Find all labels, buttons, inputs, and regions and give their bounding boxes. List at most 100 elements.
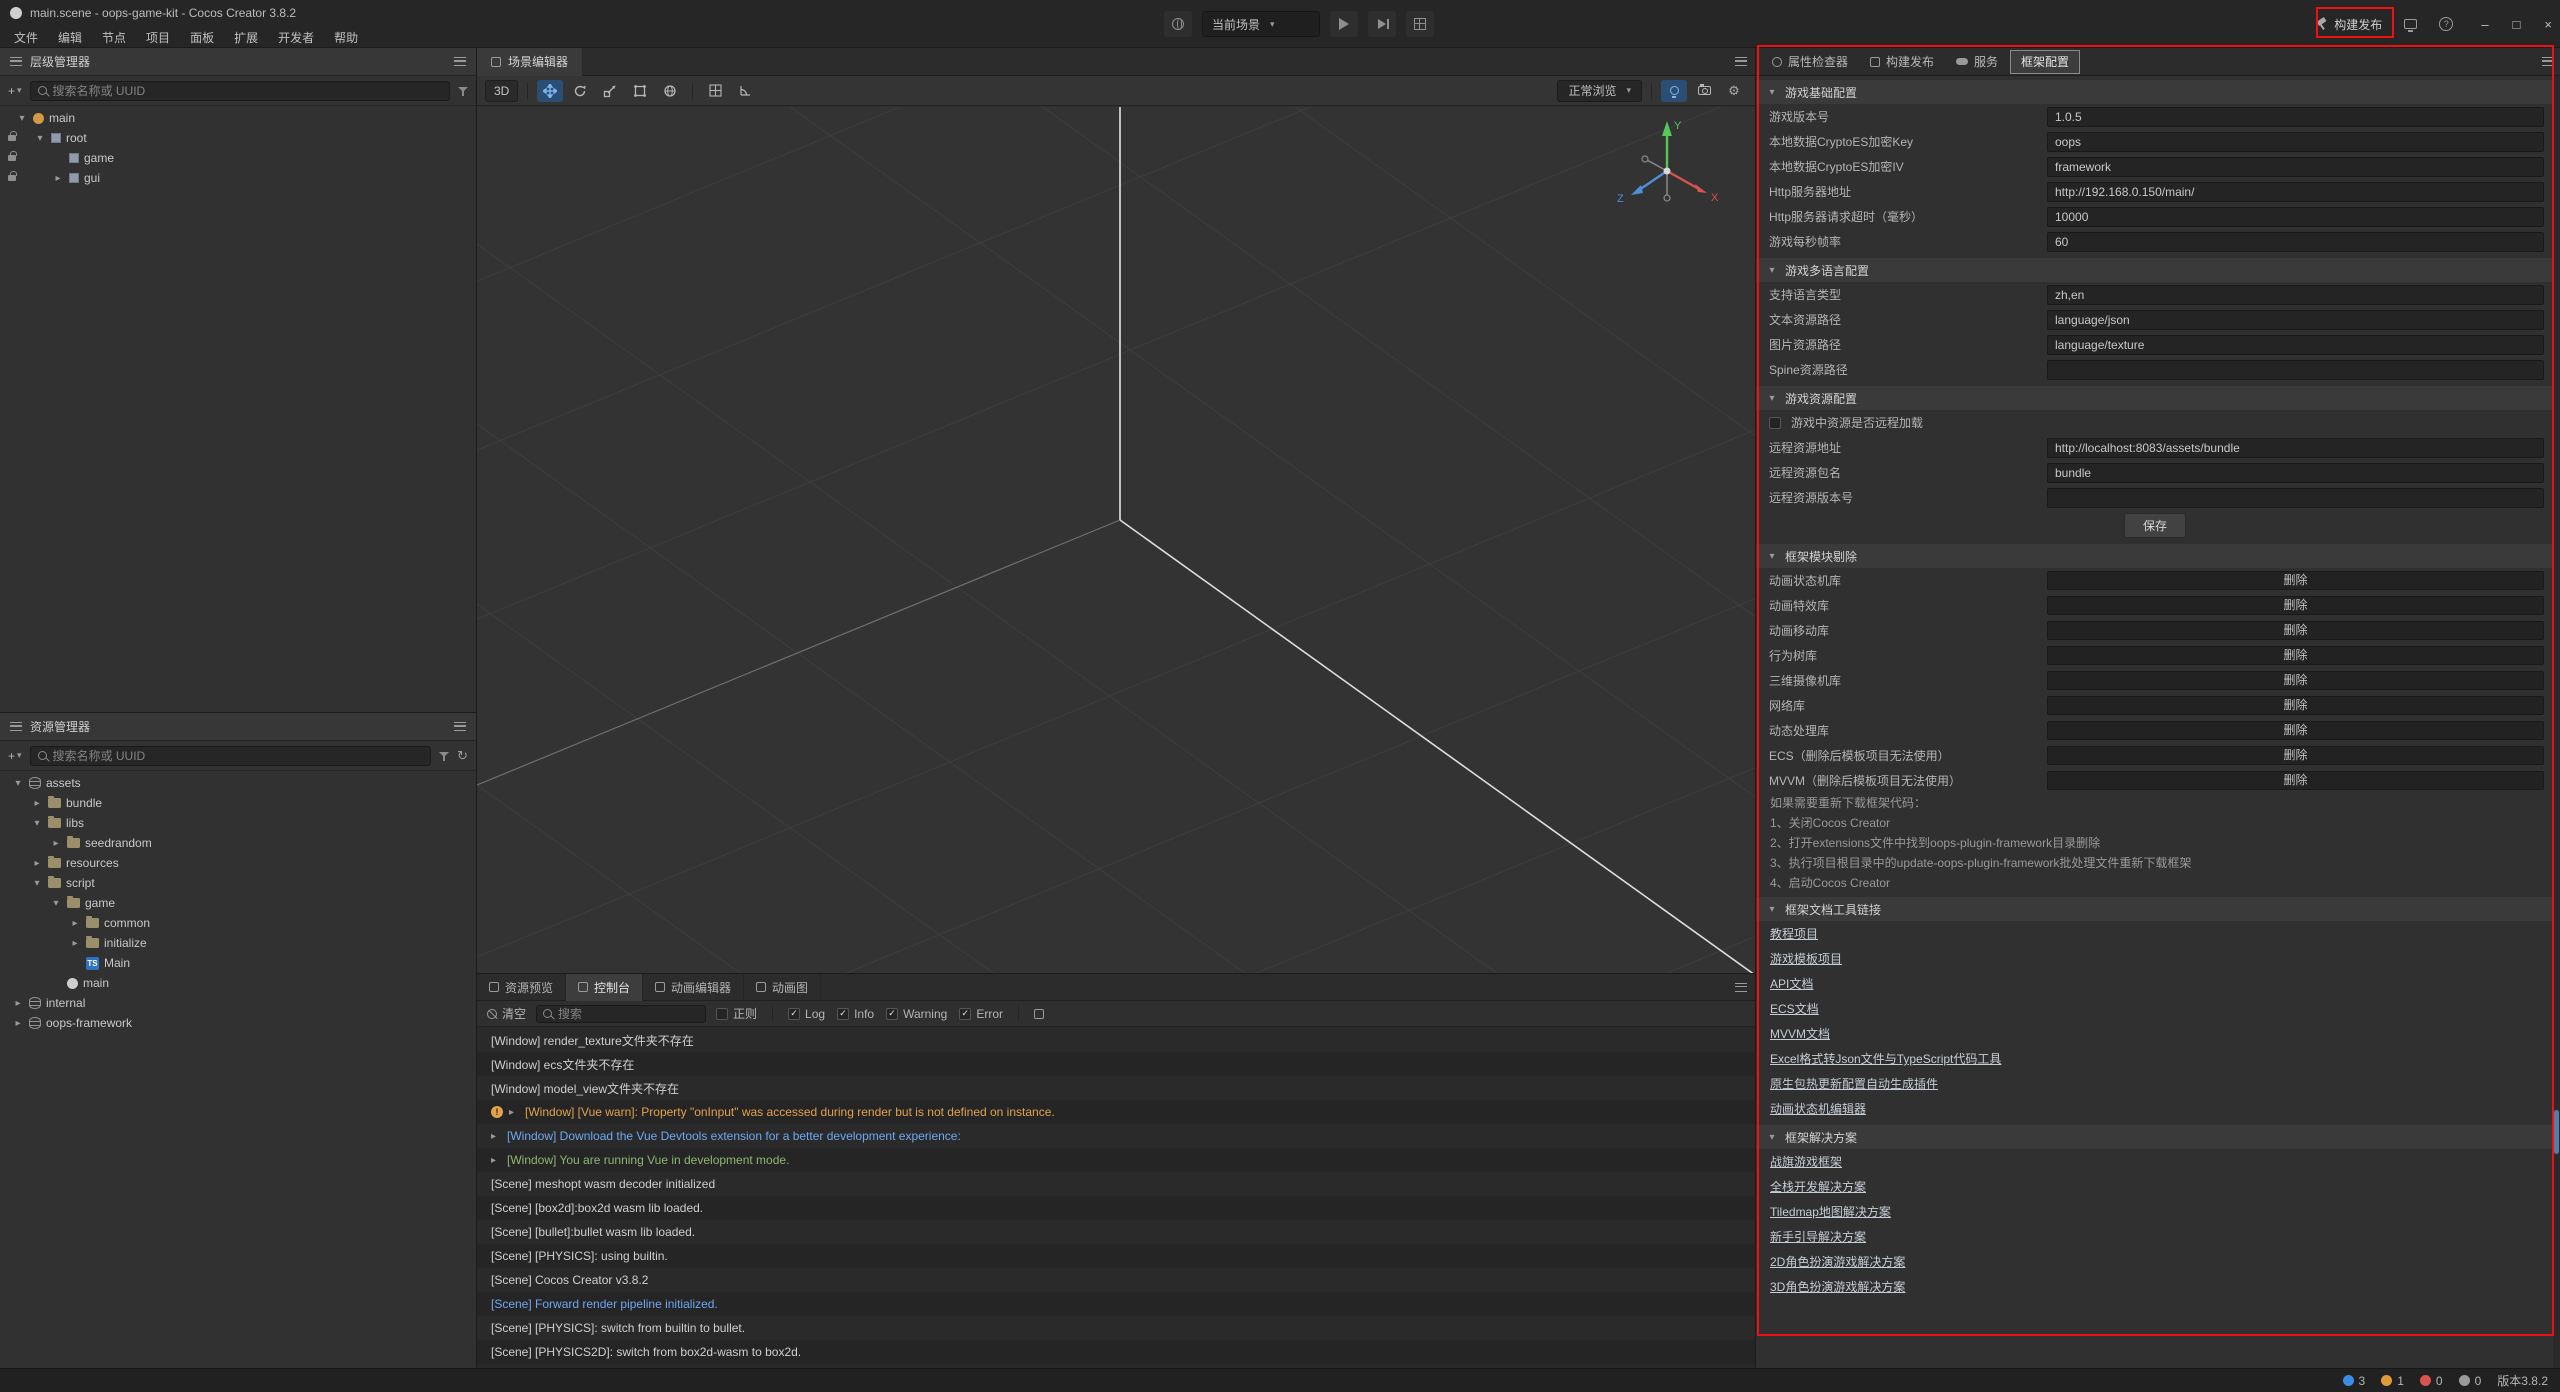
log-filter-toggle[interactable]: Error (959, 1007, 1003, 1021)
panel-options-icon[interactable] (454, 722, 466, 731)
asset-node-seedrandom[interactable]: ▸ seedrandom (0, 833, 476, 853)
doc-link[interactable]: API文档 (1770, 975, 1813, 992)
delete-module-button[interactable]: 删除 (2047, 621, 2544, 640)
panel-options-icon[interactable] (2542, 57, 2554, 66)
scene-settings-button[interactable]: ⚙ (1721, 80, 1747, 102)
asset-node-libs[interactable]: ▾ libs (0, 813, 476, 833)
log-row[interactable]: ! ▸ [Scene] [PHYSICS2D]: switch from box… (477, 1340, 1755, 1364)
section-module-strip[interactable]: ▾ 框架模块剔除 (1756, 544, 2554, 568)
menu-item[interactable]: 开发者 (268, 27, 324, 48)
chevron-right-icon[interactable]: ▸ (491, 1155, 501, 1166)
filter-icon[interactable] (439, 751, 449, 761)
log-row[interactable]: ! ▸ [Window] [Vue warn]: Property "onInp… (477, 1100, 1755, 1124)
log-filter-toggle[interactable]: Log (788, 1007, 825, 1021)
chevron-down-icon[interactable]: ▾ (50, 898, 62, 909)
log-row[interactable]: ! ▸ [Window] render_texture文件夹不存在 (477, 1028, 1755, 1052)
log-row[interactable]: ! ▸ [Scene] [box2d]:box2d wasm lib loade… (477, 1196, 1755, 1220)
text-input[interactable]: 60 (2047, 232, 2544, 252)
minimize-button[interactable]: – (2481, 17, 2488, 32)
scale-tool-button[interactable] (597, 80, 623, 102)
solution-link[interactable]: 全栈开发解决方案 (1770, 1178, 1866, 1195)
menu-item[interactable]: 项目 (136, 27, 180, 48)
text-input[interactable]: language/texture (2047, 335, 2544, 355)
filter-icon[interactable] (458, 86, 468, 96)
text-input[interactable]: 10000 (2047, 207, 2544, 227)
delete-module-button[interactable]: 删除 (2047, 696, 2544, 715)
extra-count[interactable]: 0 (2459, 1374, 2482, 1388)
delete-module-button[interactable]: 删除 (2047, 646, 2544, 665)
console-window-icon[interactable] (2404, 19, 2417, 29)
add-node-button[interactable]: +▾ (8, 84, 22, 98)
delete-module-button[interactable]: 删除 (2047, 571, 2544, 590)
lighting-toggle-button[interactable] (1661, 80, 1687, 102)
log-row[interactable]: ! ▸ [Window] Download the Vue Devtools e… (477, 1124, 1755, 1148)
hierarchy-node-main[interactable]: ▾ main (0, 108, 476, 128)
asset-node-script[interactable]: ▾ script (0, 873, 476, 893)
chevron-right-icon[interactable]: ▸ (12, 1018, 24, 1029)
preview-platform-button[interactable] (1164, 11, 1192, 37)
asset-node-main-scene[interactable]: main (0, 973, 476, 993)
text-input[interactable]: oops (2047, 132, 2544, 152)
menu-item[interactable]: 节点 (92, 27, 136, 48)
menu-item[interactable]: 扩展 (224, 27, 268, 48)
log-row[interactable]: ! ▸ [Scene] meshopt wasm decoder initial… (477, 1172, 1755, 1196)
chevron-right-icon[interactable]: ▸ (31, 798, 43, 809)
section-basic-config[interactable]: ▾ 游戏基础配置 (1756, 80, 2554, 104)
asset-node-common[interactable]: ▸ common (0, 913, 476, 933)
lock-icon[interactable] (8, 135, 16, 141)
delete-module-button[interactable]: 删除 (2047, 746, 2544, 765)
screenshot-button[interactable] (1691, 80, 1717, 102)
text-input[interactable]: framework (2047, 157, 2544, 177)
chevron-right-icon[interactable]: ▸ (31, 858, 43, 869)
maximize-button[interactable]: □ (2513, 17, 2521, 32)
hierarchy-search-input[interactable]: 搜索名称或 UUID (30, 81, 450, 101)
section-solutions[interactable]: ▾ 框架解决方案 (1756, 1125, 2554, 1149)
error-count[interactable]: 0 (2420, 1374, 2443, 1388)
axis-gizmo[interactable]: Y X Z (1601, 107, 1731, 231)
tab-property-inspector[interactable]: 属性检查器 (1762, 50, 1858, 74)
add-asset-button[interactable]: +▾ (8, 749, 22, 763)
asset-node-resources[interactable]: ▸ resources (0, 853, 476, 873)
layout-grid-button[interactable] (1406, 11, 1434, 37)
tab-scene-editor[interactable]: 场景编辑器 (477, 48, 583, 76)
regex-toggle[interactable]: 正则 (716, 1005, 757, 1022)
info-count[interactable]: 3 (2343, 1374, 2366, 1388)
asset-node-assets[interactable]: ▾ assets (0, 773, 476, 793)
log-row[interactable]: ! ▸ [Scene] Forward render pipeline init… (477, 1292, 1755, 1316)
lock-icon[interactable] (8, 155, 16, 161)
chevron-down-icon[interactable]: ▾ (12, 778, 24, 789)
delete-module-button[interactable]: 删除 (2047, 721, 2544, 740)
help-icon[interactable]: ? (2439, 17, 2453, 31)
step-button[interactable] (1368, 11, 1396, 37)
solution-link[interactable]: 2D角色扮演游戏解决方案 (1770, 1253, 1905, 1270)
solution-link[interactable]: 新手引导解决方案 (1770, 1228, 1866, 1245)
doc-link[interactable]: 教程项目 (1770, 925, 1818, 942)
view-mode-select[interactable]: 正常浏览 ▾ (1557, 80, 1642, 102)
log-filter-toggle[interactable]: Info (837, 1007, 874, 1021)
text-input[interactable]: http://localhost:8083/assets/bundle (2047, 438, 2544, 458)
menu-item[interactable]: 编辑 (48, 27, 92, 48)
chevron-down-icon[interactable]: ▾ (31, 878, 43, 889)
chevron-right-icon[interactable]: ▸ (12, 998, 24, 1009)
assets-search-input[interactable]: 搜索名称或 UUID (30, 746, 432, 766)
solution-link[interactable]: 3D角色扮演游戏解决方案 (1770, 1278, 1905, 1295)
text-input[interactable] (2047, 488, 2544, 508)
text-input[interactable] (2047, 360, 2544, 380)
delete-module-button[interactable]: 删除 (2047, 596, 2544, 615)
asset-node-oops-framework[interactable]: ▸ oops-framework (0, 1013, 476, 1033)
log-row[interactable]: ! ▸ [Scene] [PHYSICS]: using builtin. (477, 1244, 1755, 1268)
hierarchy-node-game[interactable]: game (0, 148, 476, 168)
panel-options-icon[interactable] (454, 57, 466, 66)
log-row[interactable]: ! ▸ [Scene] [bullet]:bullet wasm lib loa… (477, 1220, 1755, 1244)
asset-node-main-ts[interactable]: TS Main (0, 953, 476, 973)
text-input[interactable]: zh,en (2047, 285, 2544, 305)
snap-rotate-button[interactable] (732, 80, 758, 102)
asset-node-initialize[interactable]: ▸ initialize (0, 933, 476, 953)
log-row[interactable]: ! ▸ [Window] You are running Vue in deve… (477, 1148, 1755, 1172)
scene-select[interactable]: 当前场景 ▾ (1202, 11, 1320, 37)
chevron-down-icon[interactable]: ▾ (31, 818, 43, 829)
refresh-icon[interactable]: ↻ (457, 749, 468, 762)
build-publish-button[interactable]: 构建发布 (2316, 16, 2382, 33)
chevron-right-icon[interactable]: ▸ (69, 918, 81, 929)
menu-item[interactable]: 文件 (4, 27, 48, 48)
